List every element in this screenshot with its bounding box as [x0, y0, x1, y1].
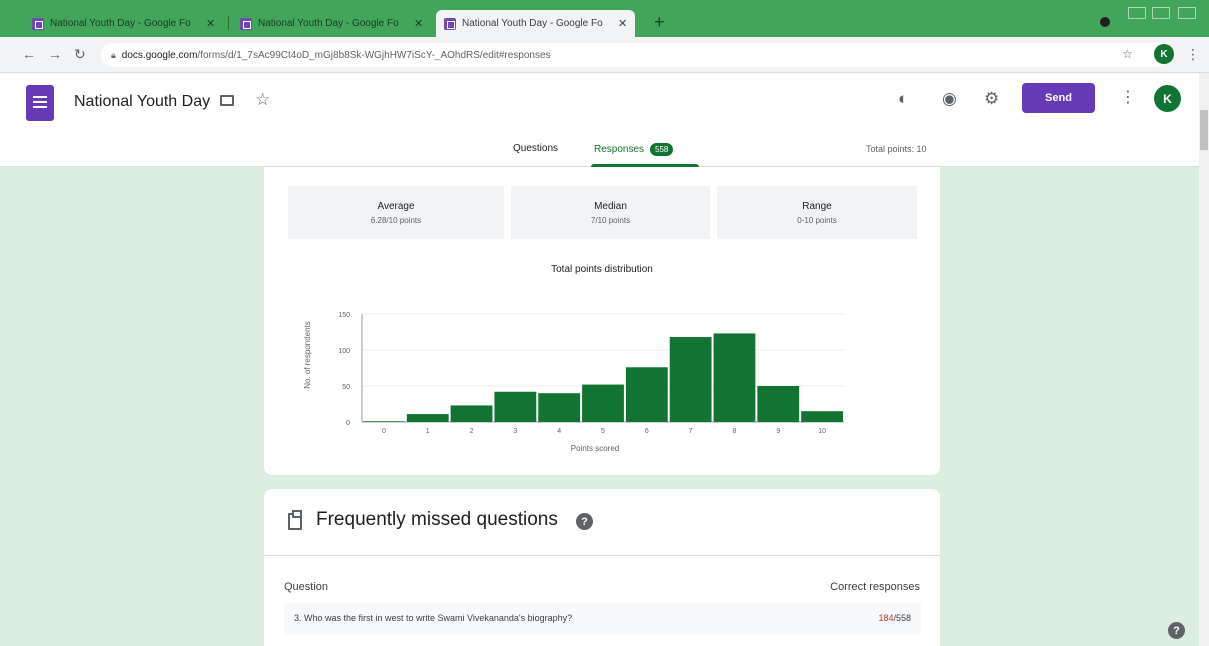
score-summary-card: Average 6.28/10 points Median 7/10 point… [264, 167, 940, 475]
clipboard-icon [288, 510, 302, 530]
maximize-window-button[interactable] [1152, 7, 1170, 19]
forms-header: National Youth Day ☆ ◐ ◉ ⚙ Send ⋮ K Ques… [0, 73, 1199, 167]
account-avatar[interactable]: K [1154, 85, 1181, 112]
star-icon[interactable]: ☆ [255, 90, 270, 110]
more-options-icon[interactable]: ⋮ [1120, 87, 1136, 107]
minimize-window-button[interactable] [1128, 7, 1146, 19]
url-path: /forms/d/1_7sAc99Ct4oD_mGj8b8Sk-WGjhHW7i… [197, 49, 551, 61]
correct-count: 184 [878, 613, 894, 623]
browser-menu-icon[interactable]: ⋮ [1186, 46, 1200, 63]
tab-responses-label: Responses [594, 144, 645, 156]
total-points-label: Total points: 10 [866, 144, 927, 154]
y-tick-label: 50 [342, 384, 350, 391]
y-tick-label: 0 [346, 420, 350, 427]
google-forms-logo-icon[interactable] [26, 85, 54, 121]
question-text: 3. Who was the first in west to write Sw… [294, 613, 573, 623]
y-tick-label: 100 [338, 348, 350, 355]
profile-avatar[interactable]: K [1154, 44, 1174, 64]
url-host: docs.google.com [121, 49, 198, 61]
table-row[interactable]: 3. Who was the first in west to write Sw… [284, 602, 921, 634]
preview-eye-icon[interactable]: ◉ [942, 89, 957, 109]
x-tick-label: 9 [776, 428, 780, 435]
x-tick-label: 6 [645, 428, 649, 435]
google-forms-favicon-icon [240, 17, 252, 30]
move-to-folder-icon[interactable] [220, 95, 234, 106]
floating-help-icon[interactable]: ? [1168, 622, 1185, 639]
google-forms-favicon-icon [444, 17, 456, 30]
histogram-bar [582, 384, 624, 422]
google-forms-favicon-icon [32, 17, 44, 30]
x-tick-label: 0 [382, 428, 386, 435]
question-column-header: Question [284, 581, 329, 593]
x-tick-label: 3 [513, 428, 517, 435]
forward-arrow-icon[interactable]: → [48, 46, 62, 62]
form-title[interactable]: National Youth Day [74, 93, 210, 111]
correct-responses-value: 184/558 [878, 613, 911, 623]
x-tick-label: 2 [470, 428, 474, 435]
histogram-bar [406, 414, 449, 422]
y-tick-label: 150 [338, 312, 350, 319]
browser-toolbar: ← → ↻ 🔒︎ docs.google.com /forms/d/1_7sAc… [0, 37, 1209, 73]
browser-tab-title: National Youth Day - Google Fo [50, 18, 191, 29]
browser-tab-title: National Youth Day - Google Fo [258, 18, 399, 29]
browser-tab-1[interactable]: National Youth Day - Google Fo ✕ [24, 10, 223, 37]
bookmark-star-icon[interactable]: ☆ [1122, 47, 1133, 61]
histogram-bar [363, 421, 405, 422]
form-tabs: Questions Responses 558 Total points: 10 [0, 137, 1199, 167]
browser-tab-2[interactable]: National Youth Day - Google Fo ✕ [232, 10, 431, 37]
missed-questions-header: Frequently missed questions ? [264, 489, 940, 556]
x-tick-label: 8 [733, 428, 737, 435]
histogram-bar [713, 333, 756, 422]
histogram-bar [669, 337, 712, 422]
x-tick-label: 4 [557, 428, 561, 435]
close-tab-icon[interactable]: ✕ [618, 17, 627, 30]
x-tick-label: 10 [818, 428, 826, 435]
frequently-missed-card: Frequently missed questions ? Question C… [264, 489, 940, 646]
histogram-bar [801, 411, 843, 422]
responses-count-badge: 558 [650, 143, 674, 156]
tab-questions[interactable]: Questions [513, 143, 558, 154]
reload-icon[interactable]: ↻ [74, 46, 86, 63]
histogram-bar [450, 405, 493, 422]
histogram-bar [494, 391, 537, 422]
browser-tab-3-active[interactable]: National Youth Day - Google Fo ✕ [436, 10, 636, 37]
x-tick-label: 1 [426, 428, 430, 435]
browser-tab-strip: National Youth Day - Google Fo ✕ Nationa… [0, 0, 1209, 37]
tab-responses[interactable]: Responses 558 [594, 143, 674, 156]
send-button[interactable]: Send [1022, 83, 1095, 113]
lock-icon: 🔒︎ [111, 49, 116, 60]
y-axis-label: No. of respondents [303, 321, 312, 389]
settings-gear-icon[interactable]: ⚙ [984, 89, 999, 109]
x-tick-label: 7 [689, 428, 693, 435]
scrollbar-thumb[interactable] [1200, 110, 1208, 150]
new-tab-button[interactable]: + [654, 12, 665, 32]
histogram-bar [757, 386, 800, 422]
missed-questions-title: Frequently missed questions [316, 509, 558, 530]
address-bar[interactable]: 🔒︎ docs.google.com /forms/d/1_7sAc99Ct4o… [101, 43, 1167, 67]
responses-page: Average 6.28/10 points Median 7/10 point… [0, 167, 1199, 646]
total-count: /558 [893, 613, 911, 623]
histogram-bar [538, 393, 581, 422]
close-tab-icon[interactable]: ✕ [206, 17, 215, 30]
close-tab-icon[interactable]: ✕ [414, 17, 423, 30]
tab-divider [228, 16, 229, 30]
customize-theme-palette-icon[interactable]: ◐ [898, 89, 908, 109]
x-axis-label: Points scored [571, 444, 619, 453]
x-tick-label: 5 [601, 428, 605, 435]
correct-responses-column-header: Correct responses [830, 581, 920, 593]
browser-tab-title: National Youth Day - Google Fo [462, 18, 603, 29]
page-scrollbar[interactable] [1199, 73, 1209, 646]
close-window-button[interactable] [1178, 7, 1196, 19]
points-distribution-chart: No. of respondents Points scored 0501001… [303, 312, 844, 453]
back-arrow-icon[interactable]: ← [22, 46, 36, 62]
media-indicator-icon[interactable] [1100, 17, 1110, 27]
histogram-bar [625, 367, 668, 422]
help-icon[interactable]: ? [576, 513, 593, 530]
